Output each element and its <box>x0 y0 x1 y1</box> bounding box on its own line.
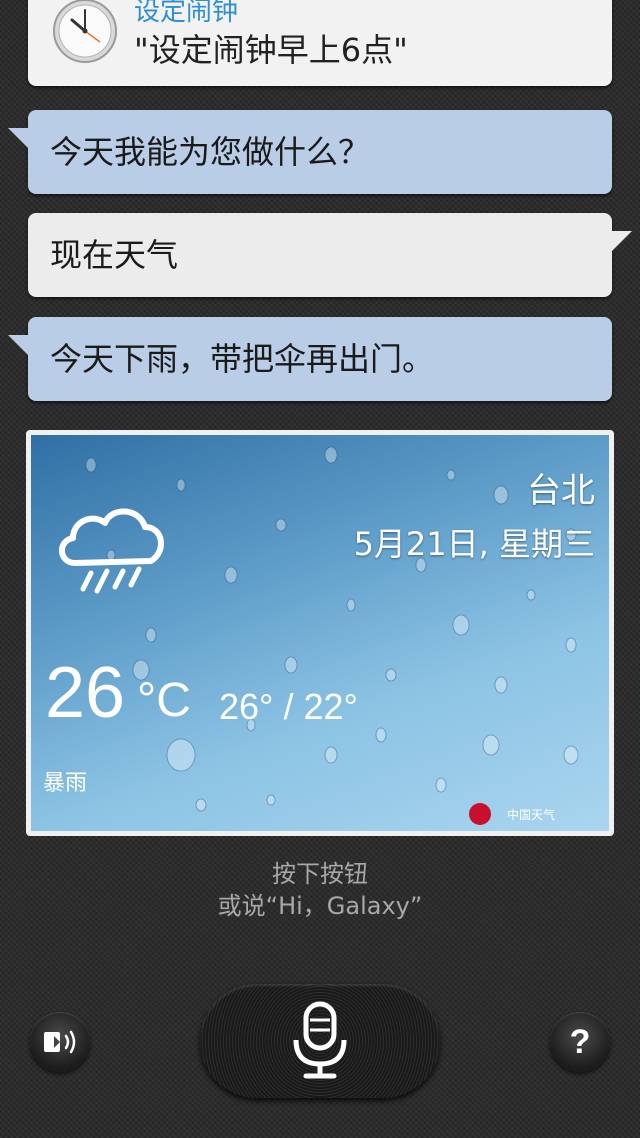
hint-line-1: 按下按钮 <box>272 860 368 888</box>
assistant-message: 今天我能为您做什么？ <box>8 110 612 194</box>
alarm-title: 设定闹钟 <box>134 0 239 27</box>
city-label: 台北 <box>527 471 595 511</box>
temperature-unit: °C <box>137 674 191 727</box>
hint-line-2: 或说“Hi，Galaxy” <box>217 892 423 920</box>
clock-icon <box>53 0 117 63</box>
weather-provider-name: 中国天气 <box>506 808 555 822</box>
microphone-button[interactable] <box>200 984 440 1098</box>
weather-provider-logo-icon <box>469 803 491 825</box>
help-button[interactable]: ? <box>550 1012 610 1072</box>
speaker-button[interactable] <box>30 1012 90 1072</box>
user-message: 现在天气 <box>28 213 632 297</box>
weather-condition: 暴雨 <box>43 771 88 796</box>
temperature-range: 26° / 22° <box>219 686 358 727</box>
alarm-command: "设定闹钟早上6点" <box>134 31 408 69</box>
rain-cloud-icon <box>59 508 164 594</box>
alarm-card[interactable]: 设定闹钟 "设定闹钟早上6点" <box>28 0 612 86</box>
current-temperature: 26 <box>45 653 126 733</box>
microphone-icon <box>293 1001 347 1079</box>
assistant-message: 今天下雨，带把伞再出门。 <box>8 317 612 401</box>
date-label: 5月21日, 星期三 <box>353 525 595 563</box>
speaker-icon <box>44 1030 76 1054</box>
help-icon: ? <box>569 1023 591 1061</box>
weather-card[interactable]: 台北 5月21日, 星期三 26 °C 26° / 22° 暴雨 中国天气 <box>26 430 614 836</box>
